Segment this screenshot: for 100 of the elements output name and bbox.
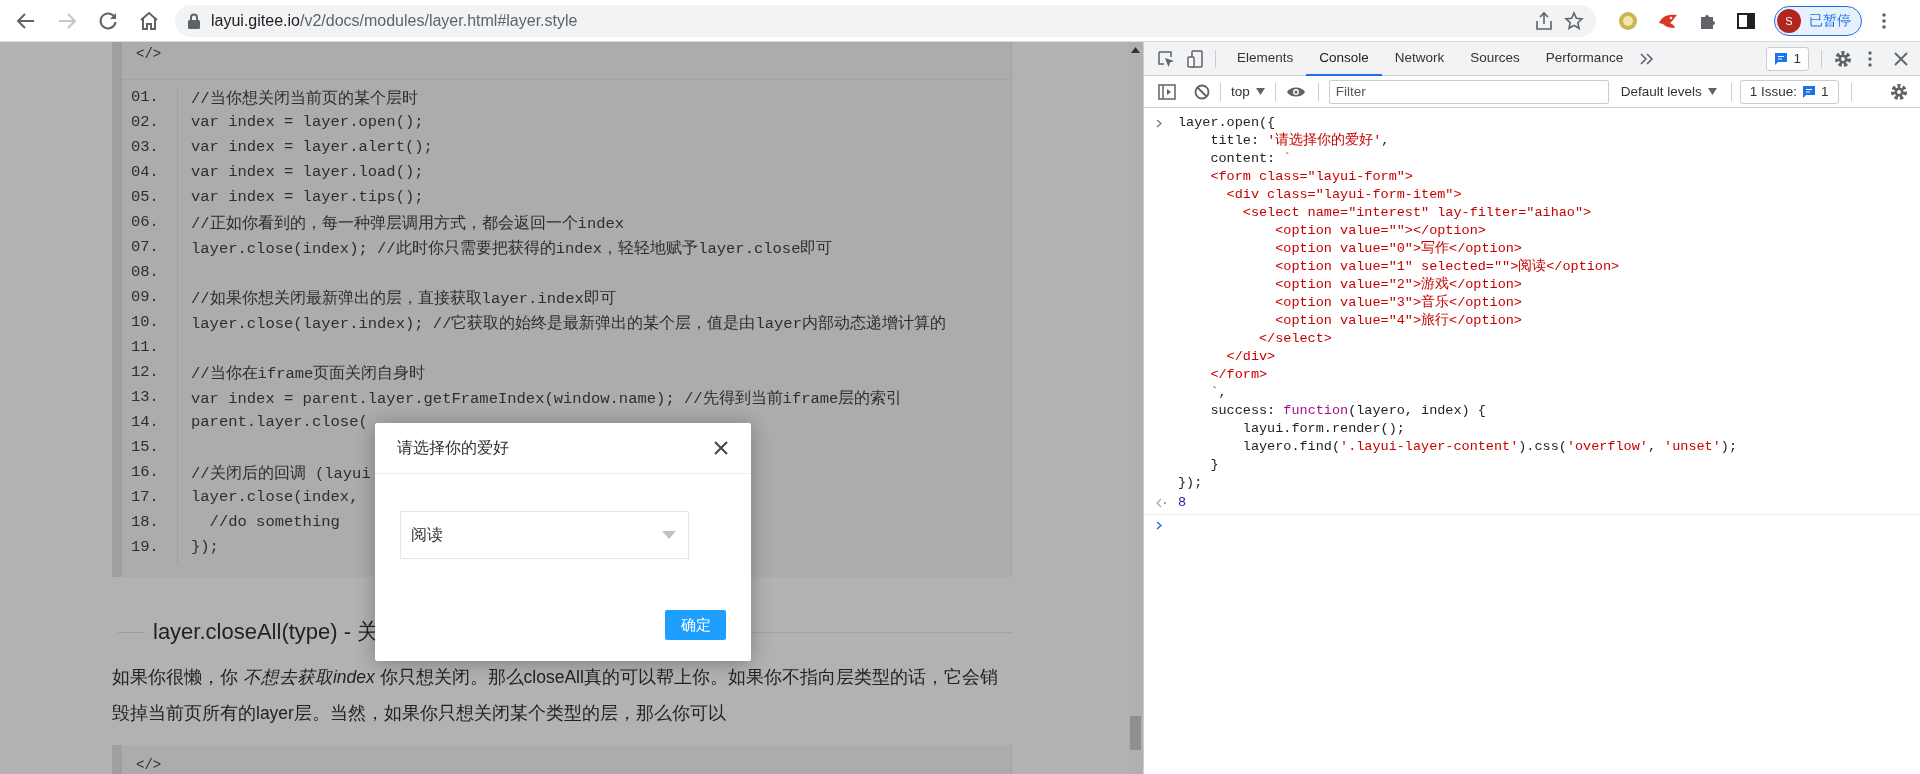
sidebar-icon[interactable]: [1158, 83, 1176, 100]
profile-button[interactable]: S 已暂停: [1774, 5, 1862, 36]
line-number: 16.: [130, 463, 160, 483]
console-line: layer.open({: [1178, 114, 1277, 132]
prompt-icon: [1156, 119, 1162, 128]
avatar: S: [1777, 8, 1801, 33]
devtools-tab[interactable]: Network: [1381, 41, 1458, 76]
code-line: //如果你想关闭最新弹出的层，直接获取layer.index即可: [190, 288, 616, 310]
message-icon: [1774, 51, 1789, 66]
code-line: var index = layer.load();: [190, 163, 424, 183]
code-line: parent.layer.close(: [190, 413, 368, 433]
inspect-icon[interactable]: [1157, 49, 1175, 68]
url-host: layui.gitee.io: [211, 11, 300, 30]
select-field[interactable]: 阅读: [400, 511, 689, 559]
console-line: <option value="4">旅行</option>: [1274, 312, 1523, 330]
line-number: 05.: [130, 188, 160, 208]
result-value: 8: [1178, 494, 1187, 512]
console-line: <option value="1" selected="">阅读</option>: [1274, 258, 1621, 276]
close-icon[interactable]: [713, 440, 729, 456]
line-number: 11.: [130, 338, 160, 358]
code-label: </>: [122, 42, 1011, 80]
line-number: 04.: [130, 163, 160, 183]
line-number: 12.: [130, 363, 160, 383]
code-line: layer.close(index); //此时你只需要把获得的index，轻轻地赋予layer.close即可: [190, 238, 833, 260]
result-icon: [1156, 498, 1167, 508]
code-label: </>: [135, 756, 163, 774]
line-number: 09.: [130, 288, 160, 308]
caret-icon: [1255, 88, 1265, 95]
address-bar[interactable]: layui.gitee.io/v2/docs/modules/layer.html#layer.style: [175, 4, 1596, 37]
console-line: `,: [1209, 384, 1228, 402]
url-path: /v2/docs/modules/layer.html#layer.style: [299, 11, 578, 30]
devtools-tab[interactable]: Performance: [1532, 41, 1637, 76]
line-number: 13.: [130, 388, 160, 408]
line-number: 03.: [130, 138, 160, 158]
console-line: title: '请选择你的爱好',: [1209, 132, 1391, 150]
line-number: 10.: [130, 313, 160, 333]
side-panel-icon[interactable]: [1737, 11, 1755, 30]
scrollbar-thumb[interactable]: [1130, 716, 1141, 750]
code-line: //do something: [208, 513, 340, 533]
context-dropdown[interactable]: top: [1231, 84, 1265, 99]
code-line: var index = layer.tips();: [190, 188, 424, 208]
devtools-tab[interactable]: Console: [1306, 41, 1382, 76]
console-line: <option value=""></option>: [1274, 222, 1487, 240]
console-line: <option value="3">音乐</option>: [1274, 294, 1523, 312]
code-line: var index = parent.layer.getFrameIndex(window.name); //先得到当前iframe层的索引: [190, 388, 903, 410]
caret-icon: [662, 531, 676, 539]
device-toolbar-icon[interactable]: [1187, 49, 1203, 68]
line-number: 01.: [130, 88, 160, 108]
console-line: </select>: [1258, 330, 1333, 348]
code-line: //当你想关闭当前页的某个层时: [190, 88, 418, 110]
code-line: layer.close(layer.index); //它获取的始终是最新弹出的某个层，值是由layer内部动态递增计算的: [190, 313, 946, 335]
message-icon: [1802, 84, 1817, 99]
code-line: //关闭后的回调 (layui: [190, 463, 371, 485]
console-line: <select name="interest" lay-filter="aihao">: [1241, 204, 1593, 222]
share-icon[interactable]: [1534, 10, 1554, 31]
profile-status: 已暂停: [1809, 11, 1851, 30]
line-number: 07.: [130, 238, 160, 258]
line-number: 08.: [130, 263, 160, 283]
code-line: layer.close(index,: [190, 488, 359, 508]
star-icon[interactable]: [1564, 10, 1584, 31]
scroll-up-icon[interactable]: [1131, 47, 1140, 53]
devtools-tab[interactable]: Sources: [1457, 41, 1533, 76]
console-line: <div class="layui-form-item">: [1225, 186, 1463, 204]
console-line: layui.form.render();: [1241, 420, 1406, 438]
lock-icon: [187, 12, 201, 29]
close-icon[interactable]: [1894, 51, 1908, 66]
menu-icon[interactable]: [1881, 10, 1887, 31]
line-number: 15.: [130, 438, 160, 458]
console-line: }: [1209, 456, 1220, 474]
code-line: //正如你看到的，每一种弹层调用方式，都会返回一个index: [190, 213, 625, 235]
line-number: 17.: [130, 488, 160, 508]
console-line: </form>: [1209, 366, 1269, 384]
caret-icon: [1707, 88, 1717, 95]
devtools-tab[interactable]: Elements: [1224, 41, 1307, 76]
line-number: 02.: [130, 113, 160, 133]
line-number: 18.: [130, 513, 160, 533]
filter-field[interactable]: Filter: [1328, 79, 1609, 104]
code-line: var index = layer.open();: [190, 113, 424, 133]
console-line: <form class="layui-form">: [1209, 168, 1414, 186]
issues-button[interactable]: 1 Issue: 1: [1739, 79, 1839, 104]
settings-icon[interactable]: [1890, 82, 1908, 101]
console-line: </div>: [1225, 348, 1277, 366]
console-line: success: function(layero, index) {: [1209, 402, 1487, 420]
code-line: });: [190, 538, 219, 558]
console-line: });: [1178, 474, 1204, 492]
input-prompt-icon[interactable]: [1156, 521, 1162, 530]
line-number: 14.: [130, 413, 160, 433]
more-tabs-icon[interactable]: [1640, 52, 1655, 65]
paragraph: 如果你很懒，你 不想去获取index 你只想关闭。那么closeAll真的可以帮上你。如果你不指向层类型的话，它会销毁掉当前页所有的layer层。当然，如果你只想关闭某个类型的层，那么你可以: [112, 666, 999, 725]
clear-console-icon[interactable]: [1194, 83, 1210, 100]
line-number: 06.: [130, 213, 160, 233]
code-line: //当你在iframe页面关闭自身时: [190, 363, 426, 385]
log-levels-dropdown[interactable]: Default levels: [1620, 84, 1717, 99]
console-line: <option value="0">写作</option>: [1274, 240, 1523, 258]
dialog-title: 请选择你的爱好: [397, 437, 509, 458]
console-line: layero.find('.layui-layer-content').css('overflow', 'unset');: [1241, 438, 1737, 456]
line-number: 19.: [130, 538, 160, 558]
messages-button[interactable]: 1: [1766, 46, 1809, 71]
settings-icon[interactable]: [1834, 49, 1852, 68]
more-options-icon[interactable]: [1868, 50, 1872, 67]
